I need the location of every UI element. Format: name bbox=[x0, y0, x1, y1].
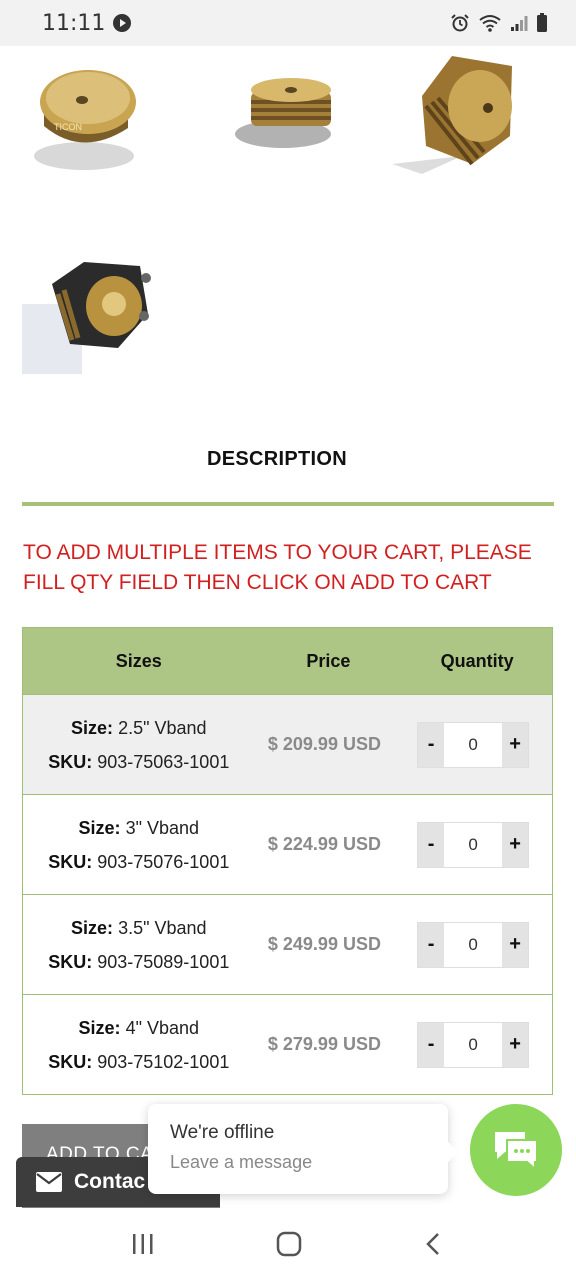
quantity-cell: - 0 + bbox=[394, 921, 552, 968]
recent-apps-icon[interactable] bbox=[130, 1231, 156, 1257]
product-thumbnail-4[interactable] bbox=[22, 244, 152, 374]
decrement-button[interactable]: - bbox=[418, 722, 445, 767]
size-label: Size: bbox=[71, 917, 114, 938]
system-nav-bar bbox=[0, 1208, 576, 1280]
table-row: Size: 2.5" Vband SKU: 903-75063-1001 $ 2… bbox=[23, 694, 552, 794]
increment-button[interactable]: + bbox=[502, 922, 529, 967]
size-label: Size: bbox=[78, 817, 121, 838]
status-bar: 11:11 bbox=[0, 0, 576, 46]
tab-description[interactable]: DESCRIPTION bbox=[22, 448, 532, 471]
size-label: Size: bbox=[78, 1017, 121, 1038]
leave-message-link[interactable]: Leave a message bbox=[170, 1152, 426, 1173]
size-label: Size: bbox=[71, 717, 114, 738]
envelope-icon bbox=[36, 1172, 62, 1192]
tab-underline bbox=[22, 502, 554, 506]
product-thumbnail-3[interactable] bbox=[392, 46, 522, 176]
wifi-icon bbox=[479, 15, 501, 32]
size-value: 4" Vband bbox=[125, 1017, 200, 1038]
table-row: Size: 3" Vband SKU: 903-75076-1001 $ 224… bbox=[23, 794, 552, 894]
svg-text:TICON: TICON bbox=[54, 122, 82, 132]
price-cell: $ 209.99 USD bbox=[267, 734, 381, 754]
size-value: 3.5" Vband bbox=[118, 917, 207, 938]
alarm-icon bbox=[451, 14, 469, 32]
price-cell: $ 224.99 USD bbox=[267, 834, 381, 854]
quantity-stepper: - 0 + bbox=[417, 1021, 530, 1068]
product-thumbnail-1[interactable]: TICON bbox=[22, 46, 152, 176]
sku-value: 903-75102-1001 bbox=[97, 1051, 230, 1072]
sku-label: SKU: bbox=[48, 951, 93, 972]
decrement-button[interactable]: - bbox=[418, 1022, 445, 1067]
status-icons bbox=[450, 13, 548, 33]
product-thumbnail-2[interactable] bbox=[225, 46, 355, 176]
table-header-row: Sizes Price Quantity bbox=[23, 628, 552, 694]
quantity-stepper: - 0 + bbox=[417, 821, 530, 868]
signal-icon bbox=[511, 16, 528, 31]
header-quantity: Quantity bbox=[440, 650, 514, 671]
increment-button[interactable]: + bbox=[502, 722, 529, 767]
size-cell: Size: 4" Vband SKU: 903-75102-1001 bbox=[23, 1011, 255, 1079]
quantity-cell: - 0 + bbox=[394, 1021, 552, 1068]
sku-value: 903-75089-1001 bbox=[97, 951, 230, 972]
sku-label: SKU: bbox=[48, 751, 93, 772]
battery-icon bbox=[537, 13, 547, 32]
increment-button[interactable]: + bbox=[502, 822, 529, 867]
home-icon[interactable] bbox=[275, 1230, 303, 1258]
quantity-stepper: - 0 + bbox=[417, 721, 530, 768]
table-row: Size: 3.5" Vband SKU: 903-75089-1001 $ 2… bbox=[23, 894, 552, 994]
chat-bubbles-icon bbox=[495, 1132, 538, 1172]
multi-add-notice: TO ADD MULTIPLE ITEMS TO YOUR CART, PLEA… bbox=[23, 541, 532, 594]
size-value: 3" Vband bbox=[125, 817, 200, 838]
size-cell: Size: 3.5" Vband SKU: 903-75089-1001 bbox=[23, 911, 255, 979]
header-sizes: Sizes bbox=[115, 650, 162, 671]
variant-table: Sizes Price Quantity Size: 2.5" Vband SK… bbox=[22, 627, 553, 1095]
quantity-cell: - 0 + bbox=[394, 821, 552, 868]
sku-label: SKU: bbox=[48, 1051, 93, 1072]
quantity-input[interactable]: 0 bbox=[444, 822, 503, 867]
quantity-input[interactable]: 0 bbox=[444, 1022, 503, 1067]
price-cell: $ 279.99 USD bbox=[267, 1034, 381, 1054]
quantity-input[interactable]: 0 bbox=[444, 722, 503, 767]
decrement-button[interactable]: - bbox=[418, 822, 445, 867]
back-icon[interactable] bbox=[422, 1231, 446, 1257]
price-cell: $ 249.99 USD bbox=[267, 934, 381, 954]
quantity-stepper: - 0 + bbox=[417, 921, 530, 968]
sku-value: 903-75063-1001 bbox=[97, 751, 230, 772]
size-cell: Size: 3" Vband SKU: 903-75076-1001 bbox=[23, 811, 255, 879]
table-row: Size: 4" Vband SKU: 903-75102-1001 $ 279… bbox=[23, 994, 552, 1094]
quantity-cell: - 0 + bbox=[394, 721, 552, 768]
header-price: Price bbox=[306, 650, 351, 671]
status-time: 11:11 bbox=[42, 10, 106, 36]
chat-status-title: We're offline bbox=[170, 1122, 275, 1143]
chat-launcher-button[interactable] bbox=[470, 1104, 562, 1196]
sku-label: SKU: bbox=[48, 851, 93, 872]
decrement-button[interactable]: - bbox=[418, 922, 445, 967]
sku-value: 903-75076-1001 bbox=[97, 851, 230, 872]
media-play-icon bbox=[113, 14, 132, 32]
chat-offline-popup[interactable]: We're offline Leave a message bbox=[148, 1104, 458, 1194]
size-value: 2.5" Vband bbox=[118, 717, 207, 738]
contact-label: Contac bbox=[74, 1170, 146, 1193]
size-cell: Size: 2.5" Vband SKU: 903-75063-1001 bbox=[23, 711, 255, 779]
increment-button[interactable]: + bbox=[502, 1022, 529, 1067]
quantity-input[interactable]: 0 bbox=[444, 922, 503, 967]
